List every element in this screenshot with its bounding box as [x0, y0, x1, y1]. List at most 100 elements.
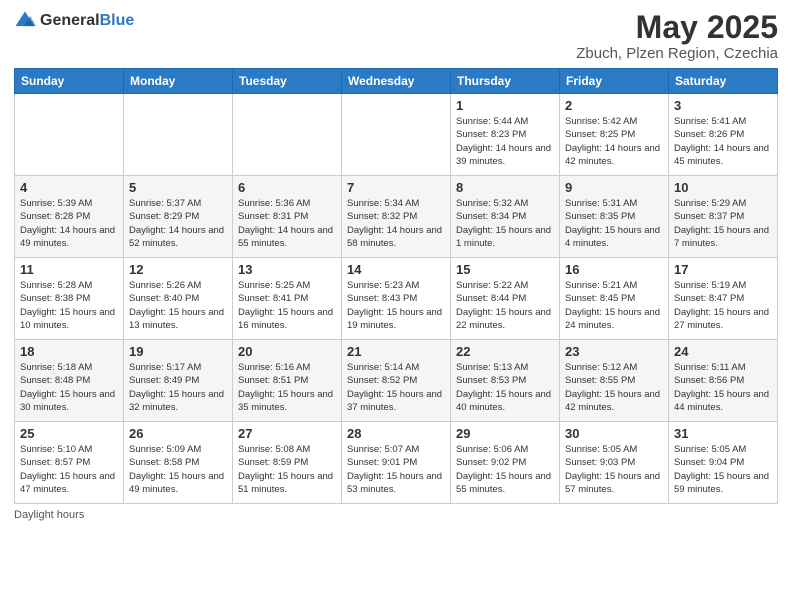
day-info: Sunrise: 5:41 AM Sunset: 8:26 PM Dayligh…	[674, 115, 772, 168]
table-row: 6Sunrise: 5:36 AM Sunset: 8:31 PM Daylig…	[233, 176, 342, 258]
day-number: 19	[129, 344, 227, 359]
day-number: 18	[20, 344, 118, 359]
day-info: Sunrise: 5:08 AM Sunset: 8:59 PM Dayligh…	[238, 443, 336, 496]
table-row: 19 Sunrise: 5:17 AM Sunset: 8:49 PM Dayli…	[124, 340, 233, 422]
table-row: 28Sunrise: 5:07 AM Sunset: 9:01 PM Dayli…	[342, 422, 451, 504]
calendar-week-4: 18 Sunrise: 5:18 AM Sunset: 8:48 PM Dayli…	[15, 340, 778, 422]
day-number: 25	[20, 426, 118, 441]
day-number: 31	[674, 426, 772, 441]
calendar-header-row: Sunday Monday Tuesday Wednesday Thursday…	[15, 69, 778, 94]
day-number: 11	[20, 262, 118, 277]
day-info: Sunrise: 5:28 AM Sunset: 8:38 PM Dayligh…	[20, 279, 118, 332]
day-number: 22	[456, 344, 554, 359]
day-info: Sunrise: 5:09 AM Sunset: 8:58 PM Dayligh…	[129, 443, 227, 496]
table-row: 14 Sunrise: 5:23 AM Sunset: 8:43 PM Dayli…	[342, 258, 451, 340]
table-row: 31 Sunrise: 5:05 AM Sunset: 9:04 PM Dayli…	[669, 422, 778, 504]
day-info: Sunrise: 5:37 AM Sunset: 8:29 PM Dayligh…	[129, 197, 227, 250]
day-info: Sunrise: 5:10 AM Sunset: 8:57 PM Dayligh…	[20, 443, 118, 496]
day-info: Sunrise: 5:05 AM Sunset: 9:04 PM Dayligh…	[674, 443, 772, 496]
day-number: 12	[129, 262, 227, 277]
day-number: 15	[456, 262, 554, 277]
day-info: Sunrise: 5:39 AM Sunset: 8:28 PM Dayligh…	[20, 197, 118, 250]
table-row: 1Sunrise: 5:44 AM Sunset: 8:23 PM Daylig…	[451, 94, 560, 176]
footer-note: Daylight hours	[14, 509, 778, 521]
logo-icon	[14, 10, 36, 32]
table-row: 24Sunrise: 5:11 AM Sunset: 8:56 PM Dayli…	[669, 340, 778, 422]
day-info: Sunrise: 5:12 AM Sunset: 8:55 PM Dayligh…	[565, 361, 663, 414]
day-number: 2	[565, 98, 663, 113]
day-number: 16	[565, 262, 663, 277]
table-row: 12 Sunrise: 5:26 AM Sunset: 8:40 PM Dayli…	[124, 258, 233, 340]
day-number: 30	[565, 426, 663, 441]
logo-blue: Blue	[100, 12, 135, 29]
col-thursday: Thursday	[451, 69, 560, 94]
table-row: 30 Sunrise: 5:05 AM Sunset: 9:03 PM Dayli…	[560, 422, 669, 504]
day-number: 27	[238, 426, 336, 441]
day-number: 9	[565, 180, 663, 195]
day-number: 21	[347, 344, 445, 359]
table-row: 3 Sunrise: 5:41 AM Sunset: 8:26 PM Daylig…	[669, 94, 778, 176]
table-row: 17 Sunrise: 5:19 AM Sunset: 8:47 PM Dayli…	[669, 258, 778, 340]
table-row: 4 Sunrise: 5:39 AM Sunset: 8:28 PM Daylig…	[15, 176, 124, 258]
day-info: Sunrise: 5:36 AM Sunset: 8:31 PM Dayligh…	[238, 197, 336, 250]
logo-general: General	[40, 12, 100, 29]
col-wednesday: Wednesday	[342, 69, 451, 94]
table-row: 10Sunrise: 5:29 AM Sunset: 8:37 PM Dayli…	[669, 176, 778, 258]
day-info: Sunrise: 5:18 AM Sunset: 8:48 PM Dayligh…	[20, 361, 118, 414]
table-row: 7 Sunrise: 5:34 AM Sunset: 8:32 PM Daylig…	[342, 176, 451, 258]
table-row	[233, 94, 342, 176]
calendar-week-1: 1Sunrise: 5:44 AM Sunset: 8:23 PM Daylig…	[15, 94, 778, 176]
day-info: Sunrise: 5:32 AM Sunset: 8:34 PM Dayligh…	[456, 197, 554, 250]
day-info: Sunrise: 5:22 AM Sunset: 8:44 PM Dayligh…	[456, 279, 554, 332]
col-saturday: Saturday	[669, 69, 778, 94]
day-number: 13	[238, 262, 336, 277]
table-row	[342, 94, 451, 176]
calendar-week-3: 11 Sunrise: 5:28 AM Sunset: 8:38 PM Dayli…	[15, 258, 778, 340]
day-info: Sunrise: 5:07 AM Sunset: 9:01 PM Dayligh…	[347, 443, 445, 496]
day-number: 4	[20, 180, 118, 195]
table-row: 2 Sunrise: 5:42 AM Sunset: 8:25 PM Daylig…	[560, 94, 669, 176]
day-number: 20	[238, 344, 336, 359]
day-info: Sunrise: 5:19 AM Sunset: 8:47 PM Dayligh…	[674, 279, 772, 332]
table-row: 20 Sunrise: 5:16 AM Sunset: 8:51 PM Dayli…	[233, 340, 342, 422]
day-info: Sunrise: 5:21 AM Sunset: 8:45 PM Dayligh…	[565, 279, 663, 332]
col-sunday: Sunday	[15, 69, 124, 94]
calendar: Sunday Monday Tuesday Wednesday Thursday…	[14, 68, 778, 504]
table-row: 25 Sunrise: 5:10 AM Sunset: 8:57 PM Dayli…	[15, 422, 124, 504]
day-info: Sunrise: 5:11 AM Sunset: 8:56 PM Dayligh…	[674, 361, 772, 414]
day-info: Sunrise: 5:13 AM Sunset: 8:53 PM Dayligh…	[456, 361, 554, 414]
day-number: 14	[347, 262, 445, 277]
title-block: May 2025 Zbuch, Plzen Region, Czechia	[576, 10, 778, 62]
col-friday: Friday	[560, 69, 669, 94]
day-info: Sunrise: 5:44 AM Sunset: 8:23 PM Dayligh…	[456, 115, 554, 168]
day-number: 17	[674, 262, 772, 277]
day-info: Sunrise: 5:16 AM Sunset: 8:51 PM Dayligh…	[238, 361, 336, 414]
table-row: 15 Sunrise: 5:22 AM Sunset: 8:44 PM Dayli…	[451, 258, 560, 340]
table-row: 22 Sunrise: 5:13 AM Sunset: 8:53 PM Dayli…	[451, 340, 560, 422]
col-tuesday: Tuesday	[233, 69, 342, 94]
day-info: Sunrise: 5:34 AM Sunset: 8:32 PM Dayligh…	[347, 197, 445, 250]
day-number: 5	[129, 180, 227, 195]
day-info: Sunrise: 5:42 AM Sunset: 8:25 PM Dayligh…	[565, 115, 663, 168]
table-row: 21 Sunrise: 5:14 AM Sunset: 8:52 PM Dayli…	[342, 340, 451, 422]
day-number: 7	[347, 180, 445, 195]
day-number: 26	[129, 426, 227, 441]
table-row: 11 Sunrise: 5:28 AM Sunset: 8:38 PM Dayli…	[15, 258, 124, 340]
subtitle: Zbuch, Plzen Region, Czechia	[576, 45, 778, 62]
day-number: 8	[456, 180, 554, 195]
day-info: Sunrise: 5:26 AM Sunset: 8:40 PM Dayligh…	[129, 279, 227, 332]
day-info: Sunrise: 5:23 AM Sunset: 8:43 PM Dayligh…	[347, 279, 445, 332]
table-row: 26 Sunrise: 5:09 AM Sunset: 8:58 PM Dayli…	[124, 422, 233, 504]
table-row: 16 Sunrise: 5:21 AM Sunset: 8:45 PM Dayli…	[560, 258, 669, 340]
day-info: Sunrise: 5:17 AM Sunset: 8:49 PM Dayligh…	[129, 361, 227, 414]
table-row: 9 Sunrise: 5:31 AM Sunset: 8:35 PM Daylig…	[560, 176, 669, 258]
day-number: 3	[674, 98, 772, 113]
day-info: Sunrise: 5:05 AM Sunset: 9:03 PM Dayligh…	[565, 443, 663, 496]
day-info: Sunrise: 5:14 AM Sunset: 8:52 PM Dayligh…	[347, 361, 445, 414]
table-row	[15, 94, 124, 176]
day-number: 23	[565, 344, 663, 359]
day-info: Sunrise: 5:31 AM Sunset: 8:35 PM Dayligh…	[565, 197, 663, 250]
page-header: GeneralBlue May 2025 Zbuch, Plzen Region…	[14, 10, 778, 62]
table-row: 18 Sunrise: 5:18 AM Sunset: 8:48 PM Dayli…	[15, 340, 124, 422]
calendar-week-5: 25 Sunrise: 5:10 AM Sunset: 8:57 PM Dayli…	[15, 422, 778, 504]
